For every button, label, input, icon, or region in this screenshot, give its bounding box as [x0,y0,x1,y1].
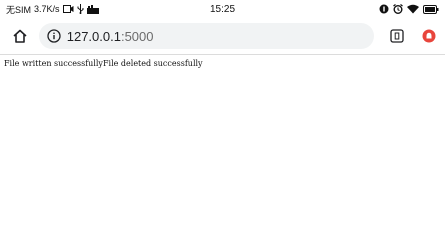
url-bar[interactable]: 127.0.0.1:5000 [38,23,375,49]
signal-bars-icon [86,4,99,14]
page-content: File written successfullyFile deleted su… [4,59,203,68]
extension-icon[interactable] [421,28,437,44]
alarm-icon [393,4,403,14]
notification-icon [379,4,389,14]
status-left: 无SIM 3.7K/s [6,3,379,16]
url-text[interactable]: 127.0.0.1:5000 [67,29,154,44]
wifi-icon [407,4,419,14]
url-port: :5000 [120,28,154,44]
tab-switcher-icon[interactable] [389,28,405,44]
video-icon [62,4,74,14]
battery-icon [423,4,439,14]
home-icon[interactable] [10,26,30,46]
message-deleted: File deleted successfully [102,59,203,68]
info-icon[interactable] [47,29,61,43]
message-written: File written successfully [4,59,103,68]
browser-toolbar: 127.0.0.1:5000 [0,18,445,54]
toolbar-divider [0,54,445,55]
usb-icon [77,4,84,14]
carrier-text: 无SIM [6,4,32,15]
status-bar: 无SIM 3.7K/s 15:25 [0,0,445,18]
url-host: 127.0.0.1 [66,28,121,44]
network-speed: 3.7K/s [34,4,60,14]
status-right [379,4,439,14]
